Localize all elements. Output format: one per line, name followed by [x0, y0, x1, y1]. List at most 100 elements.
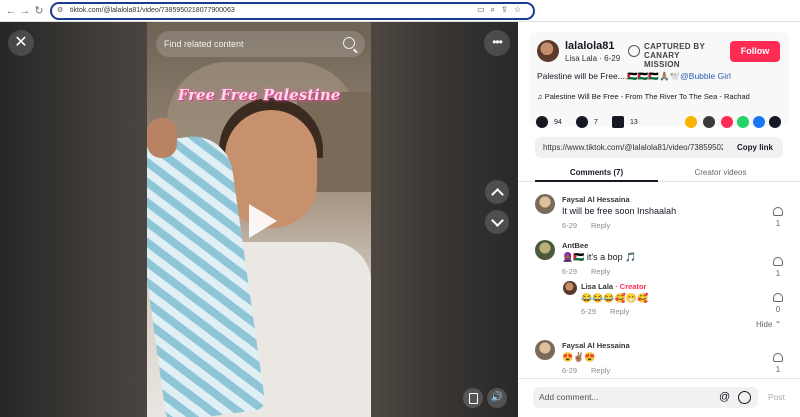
- repost-icon[interactable]: [685, 116, 697, 128]
- comment-like-button[interactable]: 1: [771, 257, 785, 279]
- embed-icon[interactable]: [703, 116, 715, 128]
- comment-like-button[interactable]: 0: [771, 293, 785, 315]
- commenter-avatar[interactable]: [563, 281, 577, 295]
- mention-link[interactable]: @Bubble Girl: [680, 71, 731, 81]
- heart-outline-icon: [773, 257, 783, 266]
- tab-comments[interactable]: Comments (7): [535, 167, 658, 178]
- tab-creator-videos[interactable]: Creator videos: [658, 167, 783, 178]
- address-text: tiktok.com/@lalalola81/video/73859502180…: [70, 7, 235, 14]
- facebook-icon[interactable]: [753, 116, 765, 128]
- heart-outline-icon: [773, 353, 783, 362]
- emoji-icon[interactable]: [738, 391, 751, 404]
- more-options-button[interactable]: •••: [484, 30, 510, 56]
- next-video-button[interactable]: [485, 210, 509, 234]
- comment-date: 6-29: [562, 366, 578, 375]
- site-info-icon[interactable]: ⚙: [57, 6, 63, 14]
- address-bar[interactable]: ⚙ tiktok.com/@lalalola81/video/738595021…: [50, 2, 535, 20]
- comment-text: 😂😂😂🥰😁🥰: [581, 293, 649, 303]
- reply-button[interactable]: Reply: [610, 307, 629, 316]
- back-icon[interactable]: ←: [4, 3, 18, 19]
- play-icon[interactable]: [249, 204, 277, 238]
- canary-line2: CANARY MISSION: [644, 51, 680, 69]
- comment-meta: 6-29 Reply: [562, 221, 610, 230]
- related-search-input[interactable]: Find related content: [156, 31, 365, 57]
- comment-date: 6-29: [562, 267, 578, 276]
- canary-mission-logo-icon: [628, 45, 640, 57]
- previous-video-button[interactable]: [485, 180, 509, 204]
- comment-date: 6-29: [562, 221, 578, 230]
- video-scene-hand: [147, 118, 177, 158]
- related-search-placeholder: Find related content: [164, 39, 244, 49]
- zoom-icon[interactable]: ⌕: [491, 5, 501, 14]
- comment-text: It will be free soon Inshaalah: [562, 206, 677, 216]
- heart-icon: [536, 116, 548, 129]
- comment-item: AntBee 🧕🏾🇵🇸 it's a bop 🎵 6-29 Reply 1: [535, 240, 785, 280]
- video-link-box: https://www.tiktok.com/@lalalola81/video…: [535, 137, 783, 158]
- video-link-text: https://www.tiktok.com/@lalalola81/video…: [543, 143, 723, 152]
- comment-meta: 6-29 Reply: [581, 307, 629, 316]
- hide-replies-button[interactable]: Hide ⌃: [756, 320, 781, 330]
- mention-icon[interactable]: @: [719, 391, 730, 404]
- commenter-name[interactable]: Faysal Al Hessaina: [562, 341, 630, 350]
- more-share-icon[interactable]: [769, 116, 781, 128]
- comment-meta: 6-29 Reply: [562, 366, 610, 375]
- comment-like-count: 1: [775, 269, 781, 278]
- send-to-friends-icon[interactable]: [721, 116, 733, 128]
- bookmark-star-icon[interactable]: ☆: [514, 5, 527, 14]
- add-comment-input[interactable]: Add comment... @: [533, 387, 758, 408]
- video-overlay-text: Free Free Palestine: [177, 86, 341, 104]
- comment-text: 🧕🏾🇵🇸 it's a bop 🎵: [562, 252, 637, 262]
- add-comment-placeholder: Add comment...: [539, 392, 599, 402]
- author-username[interactable]: lalalola81: [565, 40, 615, 52]
- search-icon[interactable]: [343, 37, 355, 49]
- video-player[interactable]: Free Free Palestine Find related content…: [0, 22, 518, 417]
- reply-button[interactable]: Reply: [591, 267, 610, 276]
- comment-like-count: 1: [775, 365, 781, 374]
- comment-stat[interactable]: 7: [576, 116, 598, 130]
- commenter-name[interactable]: Faysal Al Hessaina: [562, 195, 630, 204]
- comment-meta: 6-29 Reply: [562, 267, 610, 276]
- whatsapp-icon[interactable]: [737, 116, 749, 128]
- follow-button[interactable]: Follow: [730, 41, 780, 62]
- close-button[interactable]: ✕: [8, 30, 34, 56]
- reply-button[interactable]: Reply: [591, 221, 610, 230]
- commenter-name[interactable]: AntBee: [562, 241, 588, 250]
- comment-like-button[interactable]: 1: [771, 353, 785, 375]
- reload-icon[interactable]: ↻: [32, 3, 46, 19]
- like-stat[interactable]: 94: [536, 116, 562, 130]
- cast-icon[interactable]: ▭: [477, 5, 491, 14]
- reply-author-name: Lisa Lala: [581, 282, 614, 291]
- blurred-backdrop-left: [0, 22, 147, 417]
- canary-line1: CAPTURED BY: [644, 42, 706, 51]
- post-button[interactable]: Post: [768, 392, 785, 403]
- comment-item: Faysal Al Hessaina 😍✌🏽😍 6-29 Reply 1: [535, 340, 785, 376]
- video-description: Palestine will be Free....🇵🇸🇵🇸🇵🇸🙏🏽🕊️@Bub…: [537, 71, 782, 82]
- panel-tabs: Comments (7) Creator videos: [518, 164, 800, 182]
- comment-like-count: 0: [775, 305, 781, 314]
- music-link[interactable]: ♫ Palestine Will Be Free - From The Rive…: [537, 92, 750, 102]
- share-page-icon[interactable]: ⇪: [501, 5, 514, 14]
- reply-button[interactable]: Reply: [591, 366, 610, 375]
- picture-in-picture-icon[interactable]: [463, 388, 483, 408]
- commenter-avatar[interactable]: [535, 194, 555, 214]
- comment-count: 7: [594, 119, 598, 126]
- address-actions: ▭⌕⇪☆: [477, 5, 527, 15]
- volume-icon[interactable]: 🔊: [487, 388, 507, 408]
- commenter-avatar[interactable]: [535, 340, 555, 360]
- commenter-avatar[interactable]: [535, 240, 555, 260]
- heart-outline-icon: [773, 293, 783, 302]
- author-avatar[interactable]: [537, 40, 559, 62]
- author-nickname-date: Lisa Lala · 6-29: [565, 54, 621, 63]
- creator-badge: · Creator: [613, 282, 647, 291]
- browser-toolbar: ← → ↻ ⚙ tiktok.com/@lalalola81/video/738…: [0, 0, 800, 22]
- comment-like-button[interactable]: 1: [771, 207, 785, 229]
- comment-like-count: 1: [775, 219, 781, 228]
- copy-link-button[interactable]: Copy link: [737, 142, 773, 153]
- save-stat[interactable]: 13: [612, 116, 638, 130]
- canary-mission-watermark: CAPTURED BY CANARY MISSION: [644, 42, 716, 69]
- description-text: Palestine will be Free....🇵🇸🇵🇸🇵🇸🙏🏽🕊️: [537, 71, 681, 81]
- side-panel: lalalola81 Lisa Lala · 6-29 CAPTURED BY …: [518, 22, 800, 417]
- forward-icon[interactable]: →: [18, 3, 32, 19]
- comment-date: 6-29: [581, 307, 597, 316]
- commenter-name[interactable]: Lisa Lala · Creator: [581, 282, 646, 291]
